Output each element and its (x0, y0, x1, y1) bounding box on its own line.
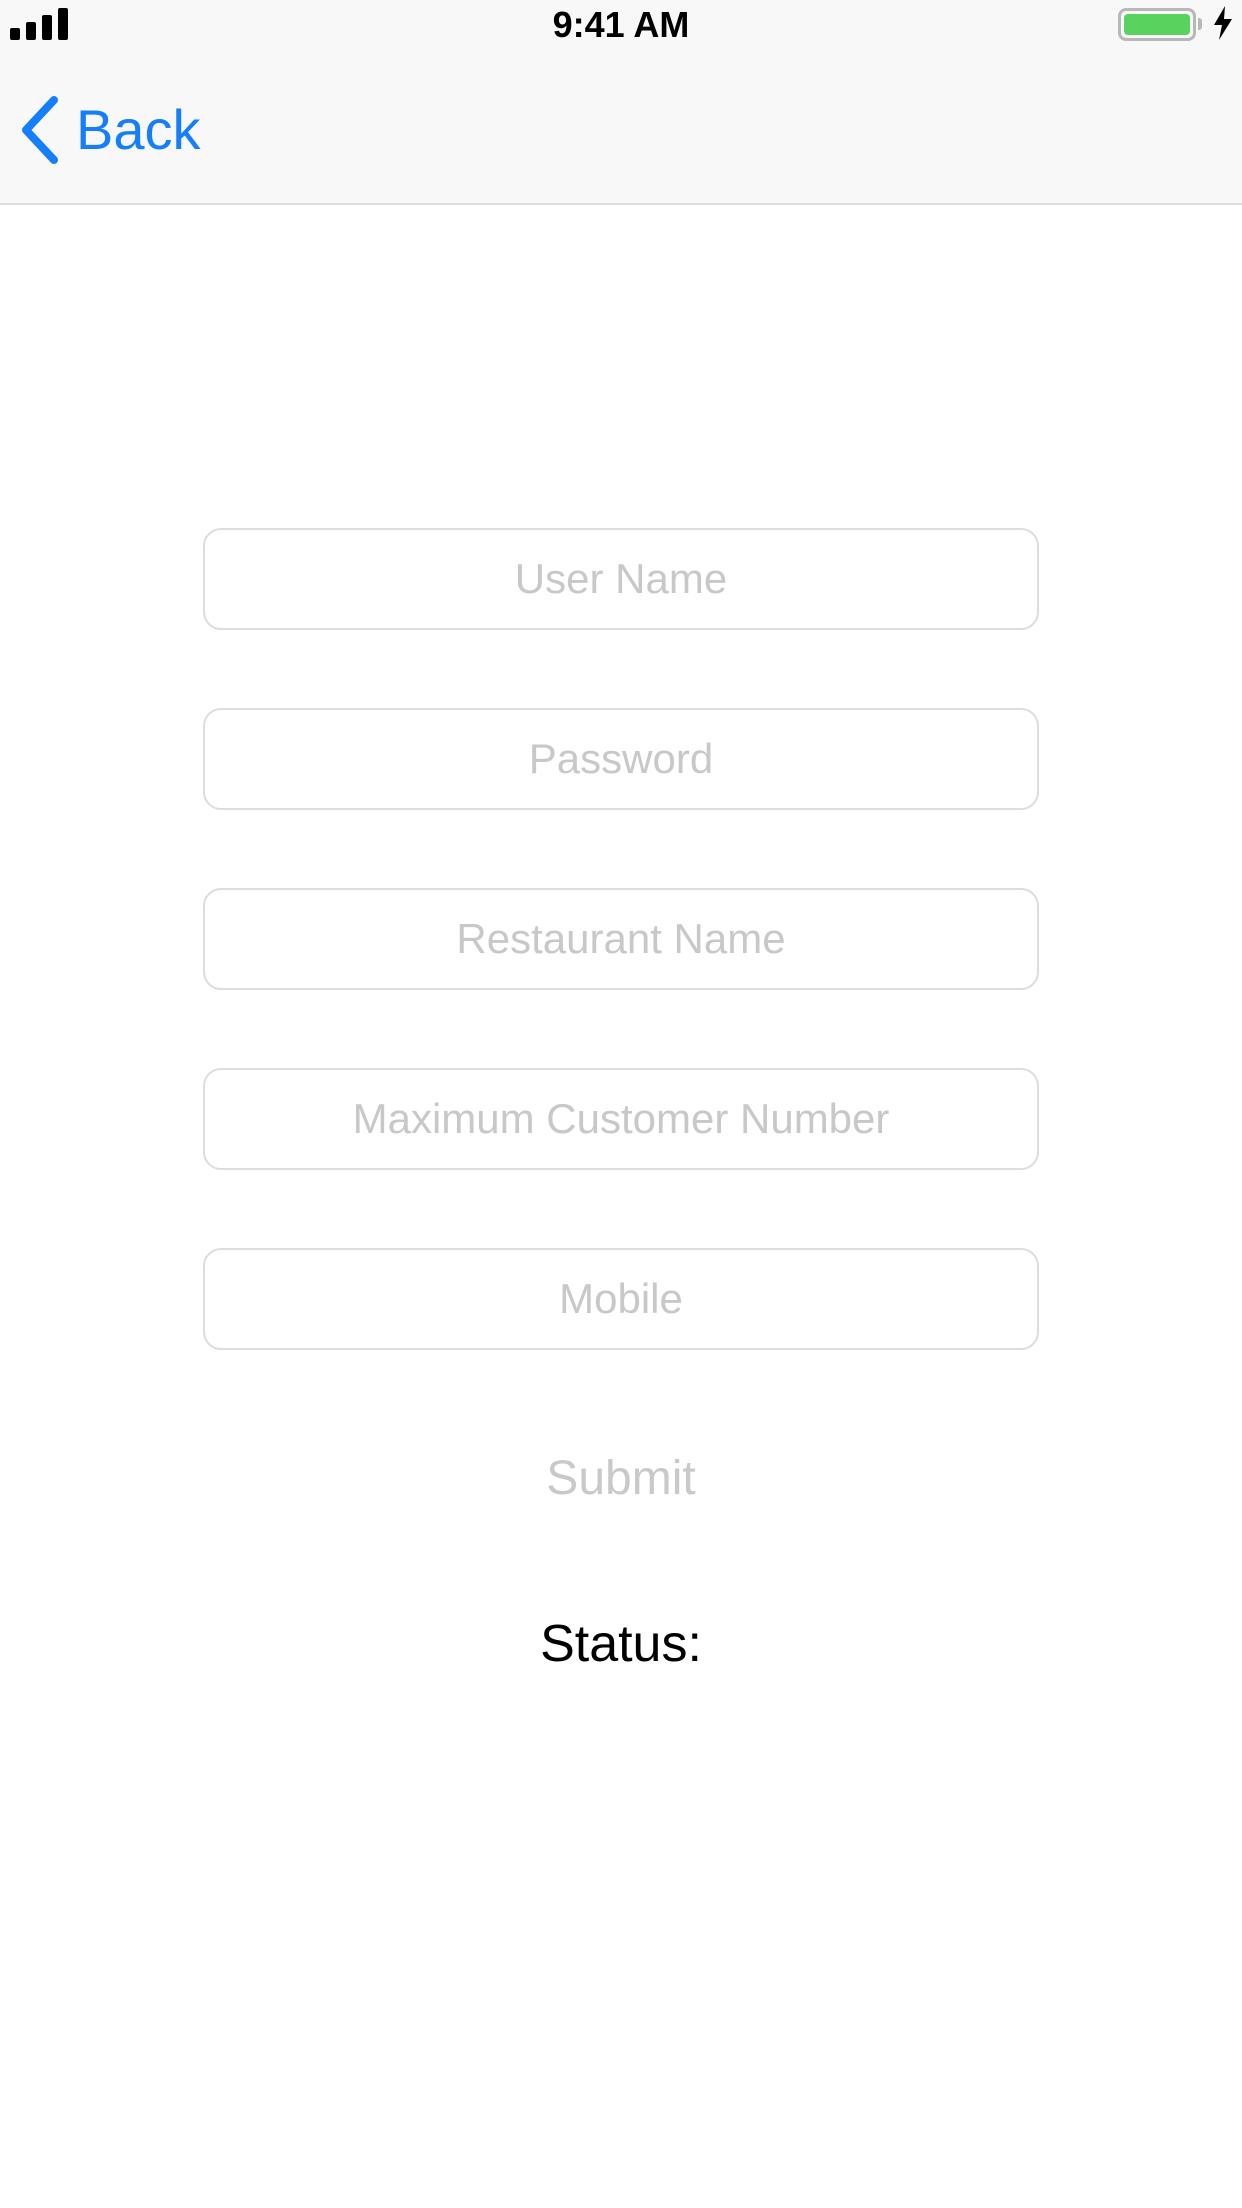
navigation-bar: 9:41 AM Back (0, 0, 1242, 205)
battery-level-fill (1124, 14, 1190, 35)
submit-button[interactable]: Submit (420, 1444, 822, 1514)
status-time: 9:41 AM (552, 4, 690, 45)
back-label: Back (76, 98, 201, 161)
battery-icon (1118, 8, 1196, 41)
restaurant-name-input[interactable] (203, 888, 1039, 990)
status-bar: 9:41 AM (0, 0, 1242, 52)
battery-tip (1198, 18, 1202, 30)
chevron-left-icon (22, 96, 58, 164)
max-customer-number-input[interactable] (203, 1068, 1039, 1170)
mobile-input[interactable] (203, 1248, 1039, 1350)
lightning-bolt-icon (1214, 6, 1232, 40)
username-input[interactable] (203, 528, 1039, 630)
password-input[interactable] (203, 708, 1039, 810)
back-button[interactable]: Back (18, 90, 228, 170)
status-label: Status: (540, 1615, 702, 1673)
